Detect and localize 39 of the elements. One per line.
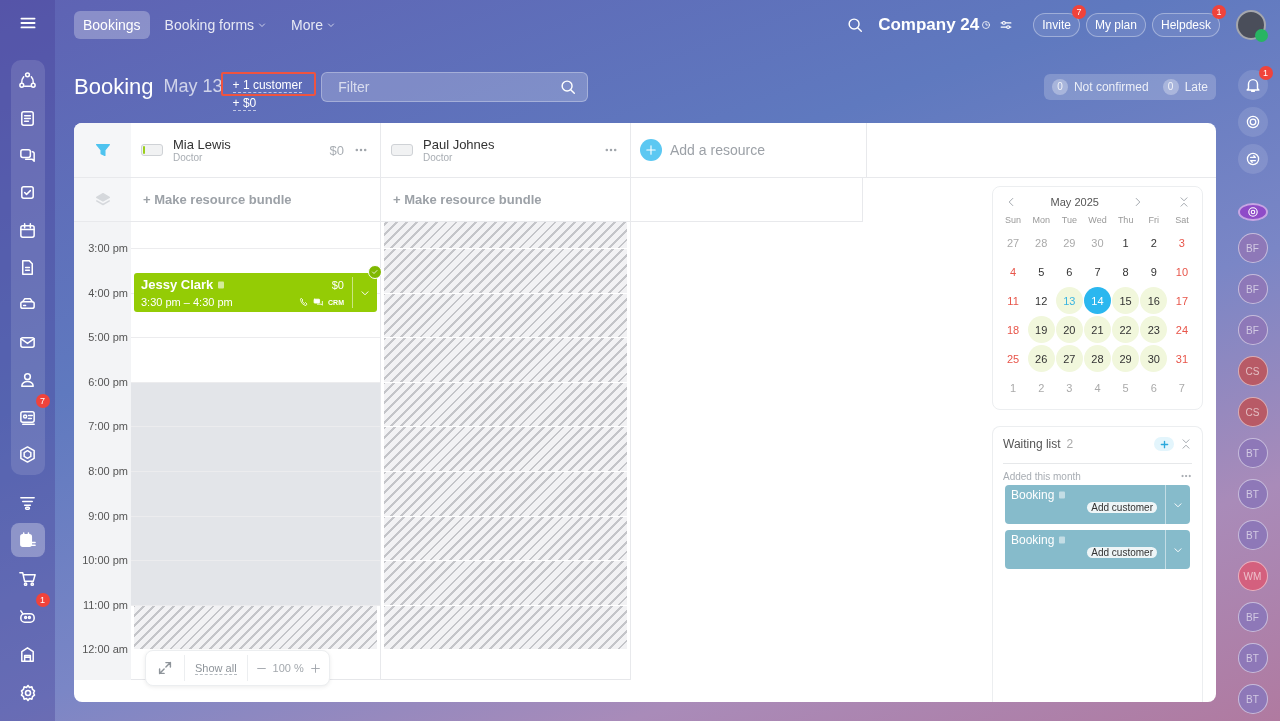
- booking-price: $0: [331, 278, 344, 291]
- weekday-label: Mon: [1031, 215, 1051, 225]
- zoom-value: 100 %: [272, 662, 304, 674]
- customer-name: Jessy Clark: [141, 277, 214, 292]
- panel-title: Waiting list: [1003, 437, 1061, 451]
- notification-badge: 1: [35, 593, 50, 608]
- booking-time: 3:30 pm – 4:30 pm: [141, 296, 233, 308]
- notification-badge: 7: [1071, 5, 1086, 19]
- notification-badge: 1: [1212, 5, 1226, 19]
- weekday-label: Thu: [1116, 215, 1135, 225]
- page-date: May 13: [163, 76, 223, 97]
- resource-amount: $0: [329, 142, 344, 158]
- time-label: 5:00 pm: [87, 331, 128, 344]
- section-label: Added this month: [1003, 470, 1081, 482]
- resource-role: Doctor: [173, 152, 204, 163]
- notification-badge: 7: [35, 394, 50, 409]
- counter-value: 0: [1162, 78, 1179, 95]
- time-label: 3:00 pm: [87, 242, 128, 254]
- time-label: 9:00 pm: [87, 509, 128, 522]
- booking-title: Booking: [1011, 533, 1055, 547]
- time-label: 6:00 pm: [87, 375, 128, 388]
- waiting-count: 2: [1066, 437, 1074, 451]
- time-label: 10:00 pm: [81, 554, 128, 567]
- time-label: 11:00 pm: [81, 598, 128, 611]
- time-label: 7:00 pm: [87, 420, 128, 433]
- page-title: Booking: [74, 73, 154, 100]
- weekday-label: Fri: [1147, 215, 1160, 225]
- time-label: 12:00 am: [81, 643, 128, 656]
- time-label: 4:00 pm: [87, 286, 128, 299]
- time-label: 8:00 pm: [87, 464, 128, 477]
- weekday-label: Wed: [1087, 215, 1108, 225]
- weekday-label: Sat: [1174, 215, 1190, 225]
- weekday-label: Tue: [1060, 215, 1078, 225]
- booking-title: Booking: [1011, 488, 1055, 502]
- weekday-label: Sun: [1004, 215, 1023, 225]
- resource-role: Doctor: [423, 152, 454, 163]
- calendar-month: May 2025: [1050, 196, 1099, 208]
- notification-badge: 1: [1258, 66, 1273, 80]
- counter-value: 0: [1051, 78, 1068, 95]
